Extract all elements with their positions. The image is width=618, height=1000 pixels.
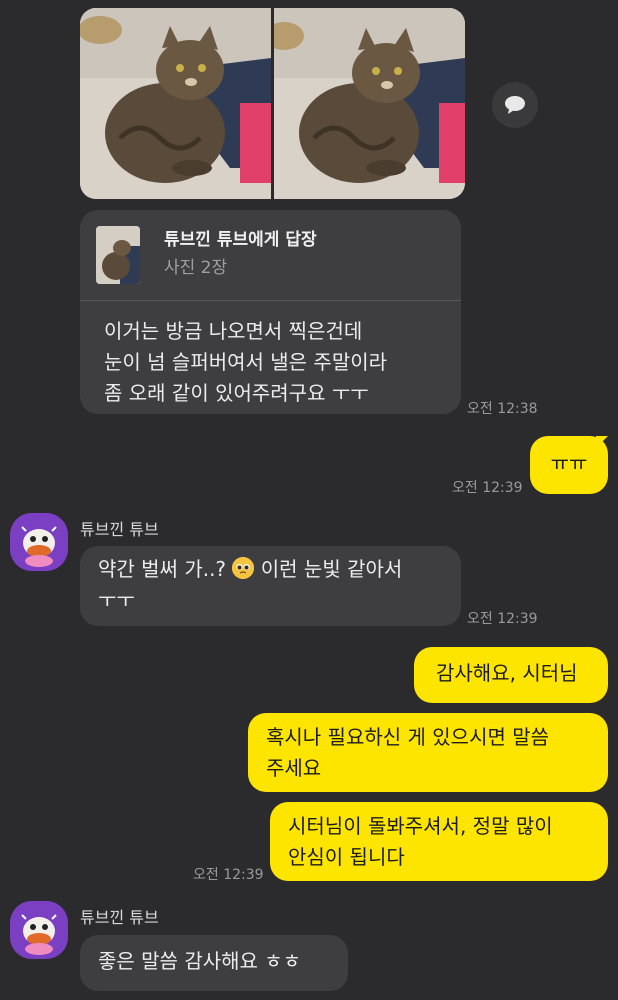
reply-message-bubble[interactable]: 튜브낀 튜브에게 답장 사진 2장 이거는 방금 나오면서 찍은건데 눈이 넘 … [80, 210, 461, 414]
outgoing-message-bubble[interactable]: 혹시나 필요하신 게 있으시면 말씀 주세요 [248, 713, 608, 792]
message-line: 좀 오래 같이 있어주려구요 ㅜㅜ [104, 381, 369, 405]
message-line: 안심이 됩니다 [288, 845, 405, 869]
incoming-message-bubble[interactable]: 약간 벌써 가..? 이런 눈빛 같아서 ㅜㅜ [80, 546, 461, 626]
avatar[interactable] [10, 901, 68, 959]
message-line: 이거는 방금 나오면서 찍은건데 [104, 319, 363, 343]
bubble-tail [596, 436, 608, 448]
reply-subtitle: 사진 2장 [164, 258, 228, 278]
cat-photo-2[interactable] [274, 8, 465, 199]
message-text: 좋은 말씀 감사해요 ㅎㅎ [98, 949, 302, 973]
message-line: 혹시나 필요하신 게 있으시면 말씀 [266, 725, 550, 749]
pleading-face-emoji-icon [232, 557, 255, 579]
reply-thumbnail [96, 226, 140, 284]
message-timestamp: 오전 12:39 [193, 867, 264, 883]
tube-character-avatar-icon [10, 513, 68, 571]
message-timestamp: 오전 12:38 [467, 401, 538, 417]
sender-name: 튜브낀 튜브 [80, 520, 159, 539]
reply-divider [80, 300, 461, 301]
message-line: 약간 벌써 가..? 이런 눈빛 같아서 [98, 554, 461, 585]
message-text-part: 약간 벌써 가..? [98, 557, 233, 581]
outgoing-message-bubble[interactable]: 감사해요, 시터님 [414, 647, 608, 703]
message-line: ㅜㅜ [98, 588, 135, 612]
outgoing-message-bubble[interactable]: 시터님이 돌봐주셔서, 정말 많이 안심이 됩니다 [270, 802, 608, 881]
chat-bubble-icon [505, 96, 525, 114]
avatar[interactable] [10, 513, 68, 571]
share-button[interactable] [492, 82, 538, 128]
message-text: 감사해요, 시터님 [436, 661, 578, 685]
message-line: 시터님이 돌봐주셔서, 정말 많이 [288, 814, 553, 838]
reply-message-text: 이거는 방금 나오면서 찍은건데 눈이 넘 슬퍼버여서 낼은 주말이라 좀 오래… [104, 316, 387, 409]
reply-title: 튜브낀 튜브에게 답장 [164, 230, 317, 250]
cat-photo-2-image [274, 8, 465, 199]
tube-character-avatar-icon [10, 901, 68, 959]
message-timestamp: 오전 12:39 [467, 611, 538, 627]
message-text: ㅠㅠ [550, 451, 588, 475]
message-text-part: 이런 눈빛 같아서 [254, 557, 403, 581]
sender-name: 튜브낀 튜브 [80, 908, 159, 927]
message-timestamp: 오전 12:39 [452, 480, 523, 496]
message-line: 주세요 [266, 756, 322, 780]
cat-photo-1-image [80, 8, 271, 199]
cat-photo-1[interactable] [80, 8, 271, 199]
incoming-message-bubble[interactable]: 좋은 말씀 감사해요 ㅎㅎ [80, 935, 348, 991]
message-line: 눈이 넘 슬퍼버여서 낼은 주말이라 [104, 350, 388, 374]
